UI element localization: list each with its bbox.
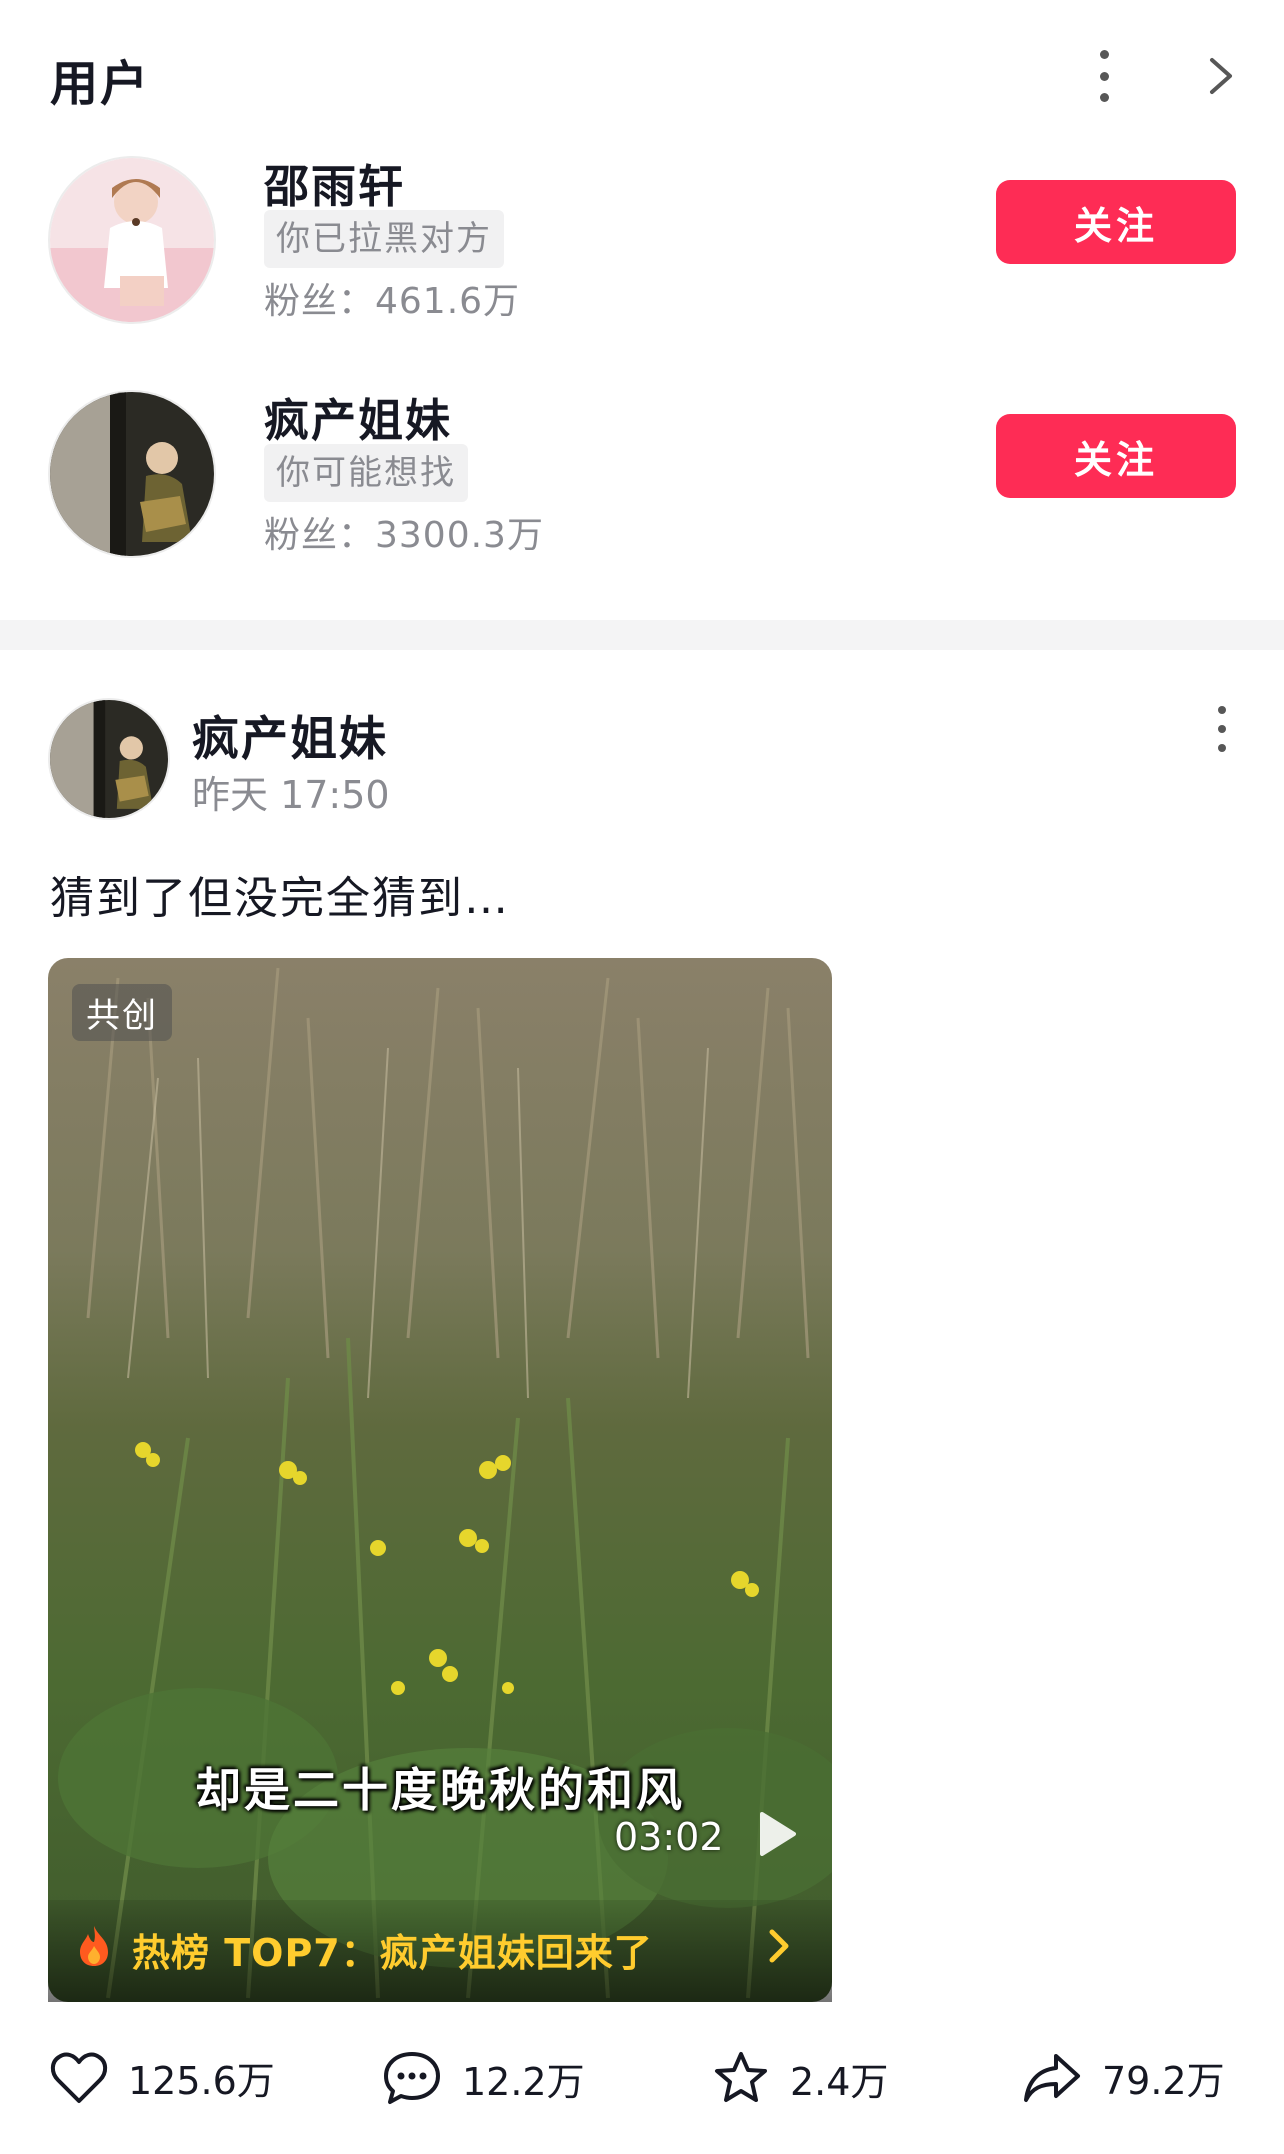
user-fans-2: 粉丝：3300.3万 — [264, 515, 544, 556]
heart-icon — [50, 2052, 108, 2103]
share-action[interactable]: 79.2万 — [1022, 2050, 1225, 2105]
share-icon — [1024, 2053, 1080, 2102]
share-count: 79.2万 — [1102, 2059, 1225, 2103]
comment-count: 12.2万 — [462, 2059, 585, 2104]
post-timestamp: 昨天 17:50 — [192, 773, 390, 817]
post-author-name[interactable]: 疯产姐妹 — [192, 700, 388, 769]
play-icon[interactable] — [756, 1810, 798, 1858]
more-options-icon[interactable] — [1090, 50, 1118, 102]
cocreate-badge: 共创 — [72, 984, 172, 1041]
user-tag-1: 你已拉黑对方 — [264, 210, 504, 268]
section-title-users: 用户 — [50, 56, 151, 112]
follow-button-1[interactable]: 关注 — [996, 180, 1236, 264]
comment-icon — [384, 2052, 440, 2104]
video-duration: 03:02 — [614, 1815, 724, 1859]
video-subtitle: 却是二十度晚秋的和风 — [195, 1763, 685, 1817]
follow-button-2[interactable]: 关注 — [996, 414, 1236, 498]
post-text: 猜到了但没完全猜到… — [50, 873, 510, 924]
star-icon — [715, 2052, 767, 2102]
chevron-right-icon[interactable] — [1208, 56, 1234, 96]
user-fans-1: 粉丝：461.6万 — [264, 281, 521, 322]
comment-action[interactable]: 12.2万 — [382, 2050, 585, 2106]
user-avatar-1[interactable] — [48, 156, 216, 324]
section-divider — [0, 620, 1284, 650]
post-more-icon[interactable] — [1210, 706, 1234, 752]
user-avatar-2[interactable] — [48, 390, 216, 558]
like-count: 125.6万 — [128, 2059, 275, 2103]
user-tag-2: 你可能想找 — [264, 444, 468, 502]
user-name-2[interactable]: 疯产姐妹 — [264, 384, 452, 449]
like-action[interactable]: 125.6万 — [50, 2050, 275, 2105]
flame-icon — [80, 1926, 108, 1966]
chevron-right-icon[interactable] — [768, 1928, 790, 1964]
user-name-1[interactable]: 邵雨轩 — [264, 150, 405, 215]
post-author-avatar[interactable] — [48, 698, 170, 820]
favorite-action[interactable]: 2.4万 — [712, 2050, 888, 2106]
favorite-count: 2.4万 — [790, 2059, 889, 2104]
hot-rank-text[interactable]: 热榜 TOP7：疯产姐妹回来了 — [132, 1922, 653, 1977]
